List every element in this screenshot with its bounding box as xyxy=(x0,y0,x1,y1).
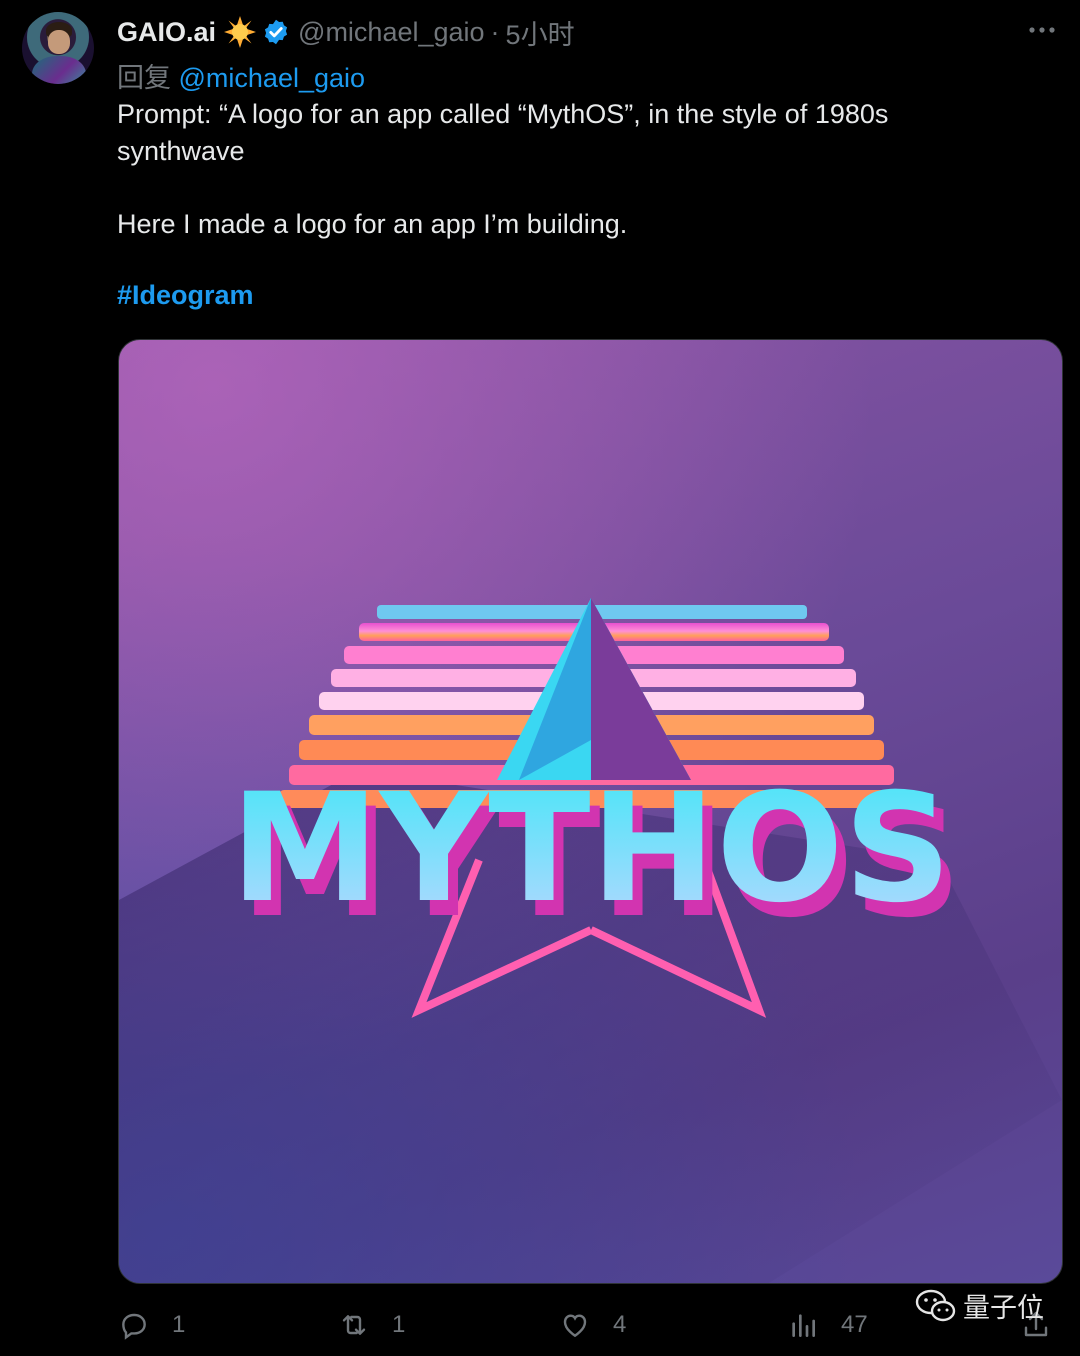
replying-to: 回复 @michael_gaio xyxy=(117,56,365,95)
retweet-count: 1 xyxy=(392,1311,406,1338)
tweet-timestamp[interactable]: 5小时 xyxy=(506,13,575,52)
retweet-button[interactable]: 1 xyxy=(338,1300,405,1350)
like-count: 4 xyxy=(613,1311,627,1338)
wechat-icon xyxy=(915,1289,956,1321)
tweet-text: Prompt: “A logo for an app called “MythO… xyxy=(117,96,1017,243)
retweet-icon xyxy=(342,1315,366,1335)
reply-mention-link[interactable]: @michael_gaio xyxy=(179,63,366,93)
author-avatar[interactable] xyxy=(22,12,94,84)
heart-icon xyxy=(563,1314,587,1338)
views-chart-icon xyxy=(792,1314,815,1337)
reply-prefix: 回复 xyxy=(117,63,171,93)
tweet-text-line-1: Prompt: “A logo for an app called “MythO… xyxy=(117,99,889,166)
watermark-text: 量子位 xyxy=(963,1293,1044,1324)
mythos-logo-image: MYTHOS MYTHOS xyxy=(119,598,1062,1283)
author-name[interactable]: GAIO.ai xyxy=(117,17,216,48)
separator-dot: · xyxy=(490,16,500,47)
reply-count: 1 xyxy=(172,1311,186,1338)
tweet-header: GAIO.ai @michael_gaio · 5小时 xyxy=(117,14,575,50)
author-handle[interactable]: @michael_gaio xyxy=(298,17,485,48)
sun-emoji-icon xyxy=(224,16,257,48)
reply-icon xyxy=(122,1313,146,1340)
reply-button[interactable]: 1 xyxy=(118,1300,185,1350)
views-count: 47 xyxy=(841,1311,868,1338)
like-button[interactable]: 4 xyxy=(559,1300,626,1350)
logo-text: MYTHOS xyxy=(230,762,951,936)
tweet-text-line-2: Here I made a logo for an app I’m buildi… xyxy=(117,209,628,239)
hashtag-link[interactable]: #Ideogram xyxy=(117,280,254,311)
tweet-image[interactable]: MYTHOS MYTHOS xyxy=(118,339,1063,1284)
more-options-icon[interactable] xyxy=(1026,14,1058,46)
verified-badge-icon[interactable] xyxy=(262,18,290,46)
watermark: 量子位 xyxy=(915,1286,1044,1325)
views-button[interactable]: 47 xyxy=(787,1300,868,1350)
